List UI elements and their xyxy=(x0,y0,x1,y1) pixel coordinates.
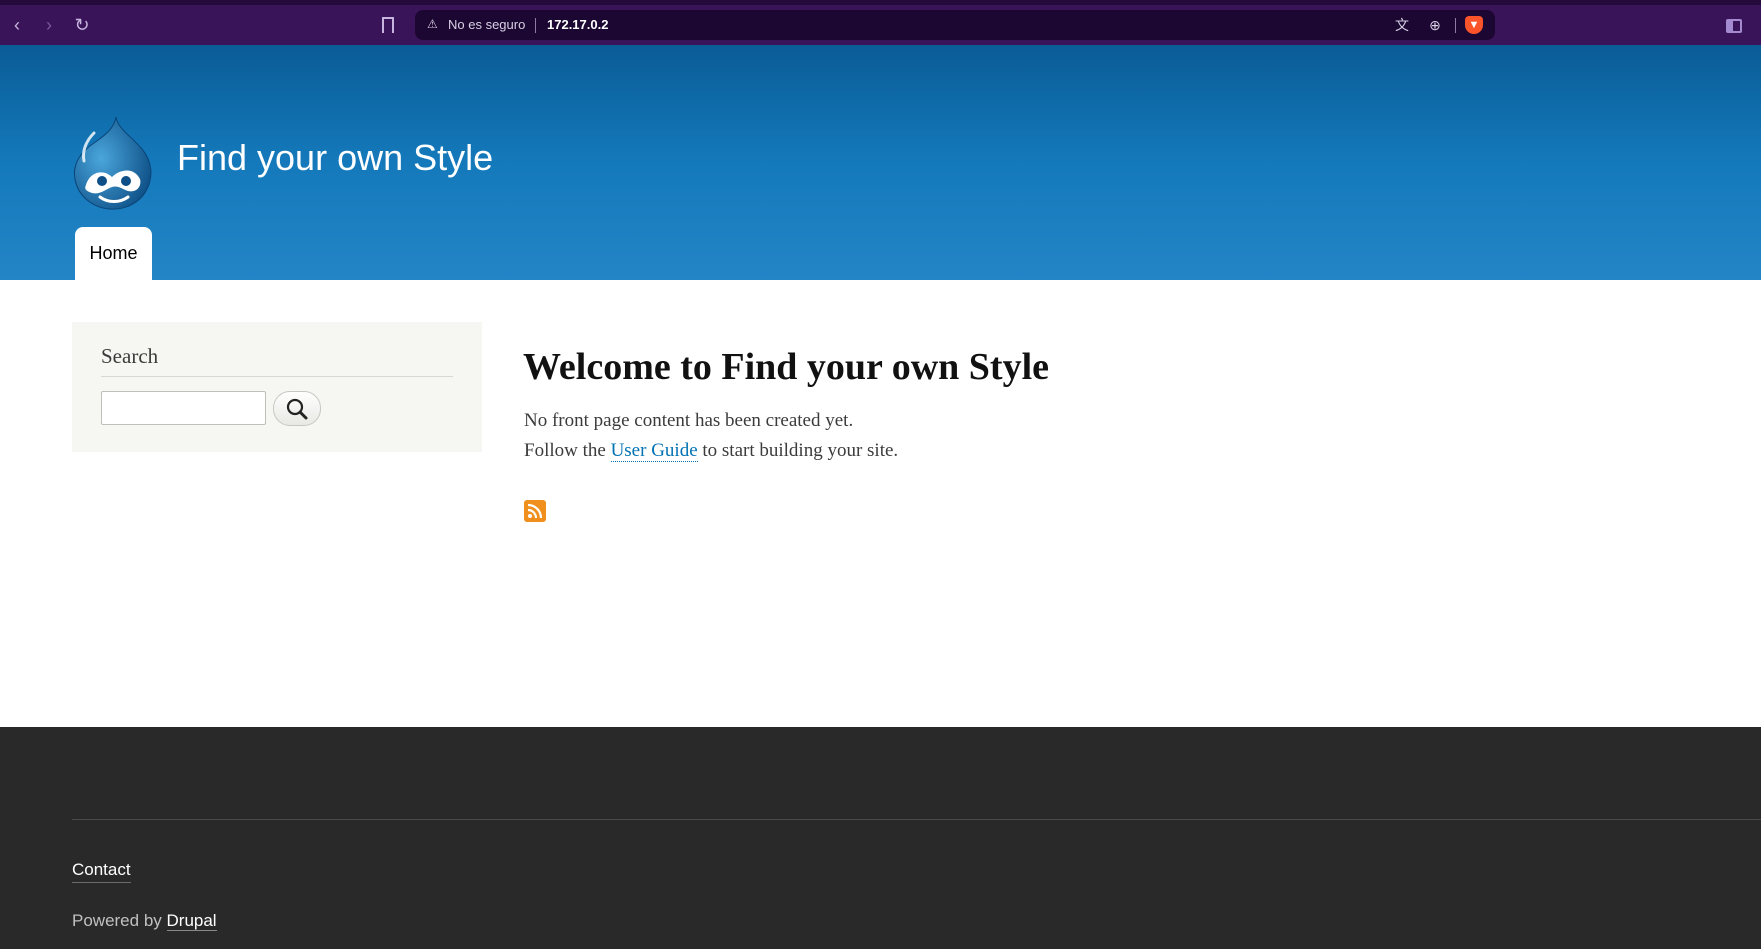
user-guide-link[interactable]: User Guide xyxy=(610,440,698,462)
powered-by-text: Powered by xyxy=(72,911,167,930)
divider xyxy=(72,819,1761,820)
drupal-logo-icon[interactable] xyxy=(72,115,154,210)
sidebar-toggle-icon[interactable] xyxy=(1726,19,1742,33)
paragraph-text: Follow the xyxy=(524,440,611,461)
warning-icon[interactable]: ⚠ xyxy=(427,17,441,31)
reload-icon[interactable]: ↻ xyxy=(71,14,93,36)
rss-feed-icon[interactable] xyxy=(524,500,546,522)
forward-icon[interactable]: › xyxy=(38,14,60,36)
search-input[interactable] xyxy=(101,391,266,425)
divider xyxy=(1455,18,1456,33)
search-icon xyxy=(286,398,308,420)
site-header: Find your own Style Home xyxy=(0,45,1761,280)
browser-toolbar: ‹ › ↻ ⚠ No es seguro 172.17.0.2 文 ⊕ ▼ xyxy=(0,0,1761,45)
paragraph-text: to start building your site. xyxy=(697,440,899,461)
security-indicator[interactable]: No es seguro xyxy=(448,17,525,32)
back-icon[interactable]: ‹ xyxy=(6,14,28,36)
translate-icon[interactable]: 文 xyxy=(1393,16,1411,34)
site-name[interactable]: Find your own Style xyxy=(177,137,493,179)
brave-shields-icon[interactable]: ▼ xyxy=(1465,16,1483,34)
search-block: Search xyxy=(72,322,482,452)
bookmark-icon[interactable] xyxy=(382,17,394,33)
no-content-message: No front page content has been created y… xyxy=(524,410,854,431)
rss-icon xyxy=(527,503,543,519)
zoom-icon[interactable]: ⊕ xyxy=(1426,16,1444,34)
search-button[interactable] xyxy=(273,391,321,426)
nav-tab-home[interactable]: Home xyxy=(75,227,152,280)
site-footer: Contact Powered by Drupal xyxy=(0,727,1761,949)
page-title: Welcome to Find your own Style xyxy=(523,346,1050,388)
address-bar[interactable]: ⚠ No es seguro 172.17.0.2 文 ⊕ ▼ xyxy=(415,10,1495,40)
drupal-link[interactable]: Drupal xyxy=(166,911,217,931)
search-block-title: Search xyxy=(101,344,159,368)
powered-by: Powered by Drupal xyxy=(72,911,217,931)
contact-link[interactable]: Contact xyxy=(72,860,131,883)
user-guide-paragraph: Follow the User Guide to start building … xyxy=(524,440,898,462)
divider xyxy=(535,18,536,33)
divider xyxy=(101,376,453,377)
url-text[interactable]: 172.17.0.2 xyxy=(547,17,608,32)
